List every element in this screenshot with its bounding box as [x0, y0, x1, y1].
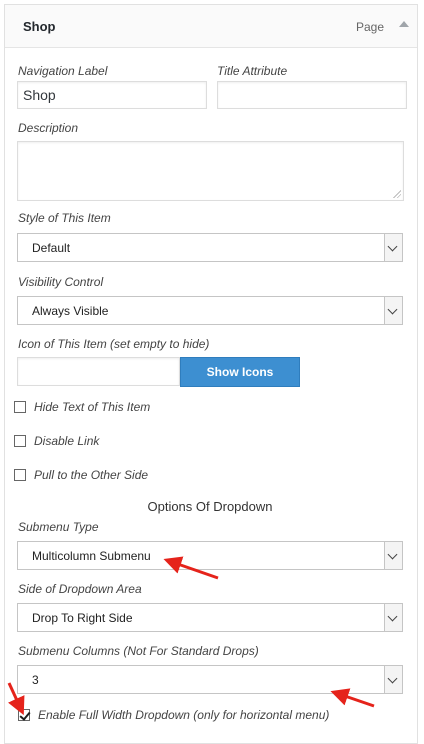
collapse-arrow-icon[interactable]: [399, 21, 409, 27]
full-width-checkbox[interactable]: [18, 709, 31, 721]
visibility-select-arrow[interactable]: [384, 297, 402, 324]
submenu-columns-select[interactable]: 3: [17, 665, 403, 694]
dropdown-side-value: Drop To Right Side: [32, 611, 133, 625]
hide-text-checkbox[interactable]: [14, 401, 26, 413]
resize-grip-icon[interactable]: [393, 190, 401, 198]
pull-other-side-label: Pull to the Other Side: [34, 468, 149, 482]
dropdown-side-label: Side of Dropdown Area: [18, 582, 142, 596]
icon-label: Icon of This Item (set empty to hide): [18, 337, 210, 351]
show-icons-button[interactable]: Show Icons: [180, 357, 300, 387]
navigation-label-input[interactable]: Shop: [17, 81, 207, 109]
submenu-type-value: Multicolumn Submenu: [32, 549, 151, 563]
submenu-type-label: Submenu Type: [18, 520, 99, 534]
submenu-columns-select-arrow[interactable]: [384, 666, 402, 693]
dropdown-side-select[interactable]: Drop To Right Side: [17, 603, 403, 632]
submenu-columns-value: 3: [32, 673, 39, 687]
chevron-down-icon: [387, 549, 398, 560]
visibility-select[interactable]: Always Visible: [17, 296, 403, 325]
title-attribute-input[interactable]: [217, 81, 407, 109]
style-value: Default: [32, 241, 71, 255]
navigation-label-value: Shop: [23, 87, 56, 103]
disable-link-label: Disable Link: [34, 434, 100, 448]
full-width-label: Enable Full Width Dropdown (only for hor…: [38, 708, 330, 722]
dropdown-options-heading: Options Of Dropdown: [147, 499, 273, 514]
submenu-type-select-arrow[interactable]: [384, 542, 402, 569]
chevron-down-icon: [387, 241, 398, 252]
menu-item-type: Page: [356, 20, 385, 34]
disable-link-checkbox[interactable]: [14, 435, 26, 447]
chevron-down-icon: [387, 673, 398, 684]
hide-text-label: Hide Text of This Item: [34, 400, 151, 414]
style-select[interactable]: Default: [17, 233, 403, 262]
visibility-label: Visibility Control: [18, 275, 104, 289]
description-textarea[interactable]: [17, 141, 404, 201]
title-attribute-label: Title Attribute: [217, 64, 288, 78]
chevron-down-icon: [387, 304, 398, 315]
dropdown-side-select-arrow[interactable]: [384, 604, 402, 631]
menu-item-title: Shop: [23, 19, 56, 34]
pull-other-side-checkbox[interactable]: [14, 469, 26, 481]
style-label: Style of This Item: [18, 211, 111, 225]
submenu-columns-label: Submenu Columns (Not For Standard Drops): [18, 644, 259, 658]
panel-header[interactable]: Shop Page: [5, 5, 417, 48]
chevron-down-icon: [387, 611, 398, 622]
submenu-type-select[interactable]: Multicolumn Submenu: [17, 541, 403, 570]
checkmark-icon: [19, 709, 31, 721]
description-label: Description: [18, 121, 79, 135]
visibility-value: Always Visible: [32, 304, 109, 318]
icon-input[interactable]: [17, 357, 180, 386]
navigation-label-label: Navigation Label: [18, 64, 108, 78]
style-select-arrow[interactable]: [384, 234, 402, 261]
